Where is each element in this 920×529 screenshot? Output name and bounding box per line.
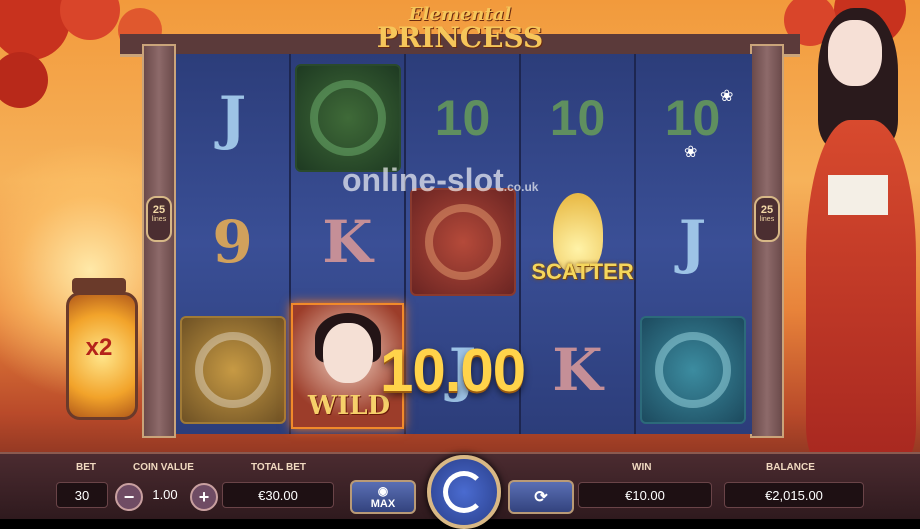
bet-value: 30 (56, 482, 108, 508)
win-value: €10.00 (578, 482, 712, 508)
symbol-gold-ring (176, 310, 289, 430)
multiplier-lantern: x2 (62, 278, 138, 428)
game-logo: Elemental PRINCESS (360, 4, 560, 58)
balance-value: €2,015.00 (724, 482, 864, 508)
symbol-red-ring (406, 182, 519, 302)
scatter-label: SCATTER (531, 259, 634, 284)
autoplay-button[interactable]: ⟳ (508, 480, 574, 514)
paylines-label: lines (759, 216, 775, 223)
symbol-9: 9 (212, 208, 253, 276)
butterfly-icon: ❀ (720, 88, 734, 105)
spin-button[interactable] (427, 455, 501, 529)
paylines-count: 25 (760, 204, 774, 216)
paylines-badge-right: 25 lines (754, 196, 780, 242)
autoplay-icon: ⟳ (534, 489, 548, 506)
symbol-10: 10 (434, 90, 491, 146)
coins-icon: ◉ (377, 484, 389, 498)
reel-1: J 9 (176, 54, 291, 434)
coin-value: 1.00 (152, 486, 178, 502)
bet-label: BET (76, 462, 96, 473)
symbol-10: 10 (549, 90, 606, 146)
balance-label: BALANCE (766, 462, 815, 473)
symbol-k: K (322, 208, 373, 276)
paylines-label: lines (151, 216, 167, 223)
logo-line2: PRINCESS (376, 21, 544, 54)
coin-value-label: COIN VALUE (133, 462, 194, 473)
win-label: WIN (632, 462, 652, 473)
coin-increase-button[interactable]: + (190, 483, 218, 511)
symbol-jade-green (291, 58, 404, 178)
symbol-j: J (218, 84, 247, 152)
win-amount-popup: 10.00 (380, 337, 526, 404)
reel-5: 10 J (636, 54, 749, 434)
reel-4: 10 SCATTER K (521, 54, 636, 434)
max-label: MAX (370, 498, 396, 510)
multiplier-value: x2 (85, 334, 113, 361)
total-bet-label: TOTAL BET (251, 462, 306, 473)
max-bet-button[interactable]: ◉ MAX (350, 480, 416, 514)
princess-character (788, 0, 920, 460)
coin-decrease-button[interactable]: − (115, 483, 143, 511)
paylines-count: 25 (152, 204, 166, 216)
watermark: online-slot.co.uk (342, 162, 539, 198)
paylines-badge-left: 25 lines (146, 196, 172, 242)
butterfly-icon: ❀ (684, 144, 698, 161)
symbol-jade-blue (636, 310, 749, 430)
spin-arrow-icon (443, 471, 485, 513)
symbol-k: K (552, 336, 603, 404)
symbol-scatter: SCATTER (521, 182, 634, 302)
symbol-j: J (678, 208, 707, 276)
total-bet-value: €30.00 (222, 482, 334, 508)
